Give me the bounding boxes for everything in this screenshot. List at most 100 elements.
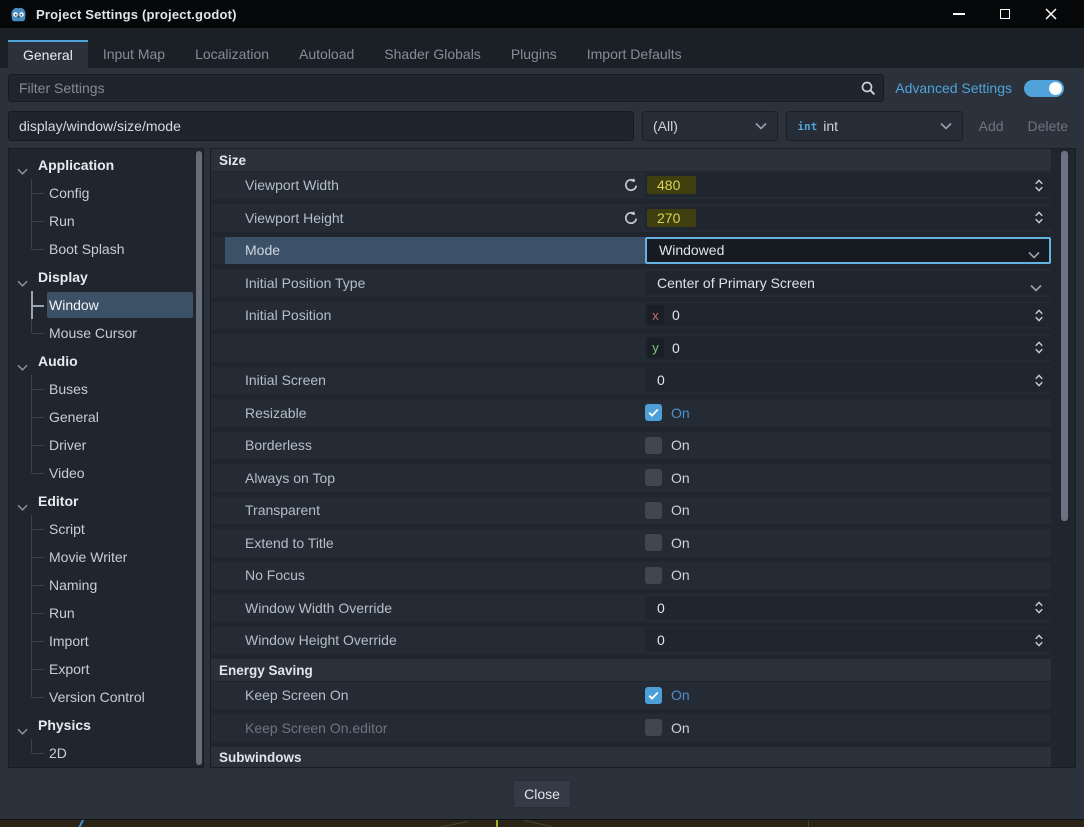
advanced-settings-toggle[interactable] <box>1024 80 1064 97</box>
spinbox[interactable]: 480 <box>645 173 1051 197</box>
revert-icon[interactable] <box>623 177 639 193</box>
spinner-updown-icon[interactable] <box>1034 178 1044 193</box>
sidebar-item-buses[interactable]: Buses <box>9 375 203 403</box>
setting-label: Initial Screen <box>211 372 645 388</box>
setting-value-cell: 0 <box>645 627 1051 655</box>
sidebar-category-application[interactable]: Application <box>9 151 203 179</box>
maximize-icon <box>1000 9 1010 19</box>
spinner-updown-icon[interactable] <box>1034 340 1044 355</box>
tab-autoload[interactable]: Autoload <box>284 40 369 68</box>
checkbox[interactable] <box>645 567 662 584</box>
sidebar-item-script[interactable]: Script <box>9 515 203 543</box>
revert-icon[interactable] <box>623 210 639 226</box>
checkbox[interactable] <box>645 502 662 519</box>
setting-row-axis-y: y0 <box>211 334 1051 362</box>
tab-plugins[interactable]: Plugins <box>496 40 572 68</box>
section-header-energy-saving: Energy Saving <box>211 659 1051 681</box>
setting-value-cell: On <box>645 562 1051 590</box>
sidebar-item-export[interactable]: Export <box>9 655 203 683</box>
checkbox[interactable] <box>645 404 662 421</box>
sidebar-item-driver[interactable]: Driver <box>9 431 203 459</box>
maximize-button[interactable] <box>982 1 1028 27</box>
settings-category-sidebar: ApplicationConfigRunBoot SplashDisplayWi… <box>8 148 204 768</box>
checkbox[interactable] <box>645 469 662 486</box>
sidebar-item-general[interactable]: General <box>9 403 203 431</box>
spinbox[interactable]: 0 <box>645 596 1051 620</box>
feature-filter-dropdown[interactable]: (All) <box>642 111 778 141</box>
window-titlebar: Project Settings (project.godot) <box>0 0 1084 28</box>
setting-label-cell: Mode <box>225 237 645 265</box>
spinner-updown-icon[interactable] <box>1034 600 1044 615</box>
category-label: Application <box>38 157 114 173</box>
setting-label-cell: Keep Screen On.editor <box>211 714 645 742</box>
setting-label: Window Height Override <box>211 632 645 648</box>
sidebar-item-naming[interactable]: Naming <box>9 571 203 599</box>
on-label: On <box>671 470 690 486</box>
sidebar-item-2d[interactable]: 2D <box>9 739 203 767</box>
spinbox[interactable]: 0 <box>645 628 1051 652</box>
tab-localization[interactable]: Localization <box>180 40 284 68</box>
spinner-updown-icon[interactable] <box>1034 373 1044 388</box>
spinbox[interactable]: 270 <box>645 206 1051 230</box>
spinner-updown-icon[interactable] <box>1034 210 1044 225</box>
setting-label: Window Width Override <box>211 600 645 616</box>
advanced-settings-label: Advanced Settings <box>895 80 1012 96</box>
settings-scrollbar[interactable] <box>1061 151 1068 521</box>
sidebar-item-mouse-cursor[interactable]: Mouse Cursor <box>9 319 203 347</box>
setting-label-cell: Initial Screen <box>211 367 645 395</box>
sidebar-item-label: 2D <box>49 745 67 761</box>
type-dropdown[interactable]: int int <box>786 111 962 141</box>
sidebar-item-import[interactable]: Import <box>9 627 203 655</box>
sidebar-item-movie-writer[interactable]: Movie Writer <box>9 543 203 571</box>
spinbox[interactable]: 0 <box>645 368 1051 392</box>
property-path-input[interactable] <box>8 111 634 141</box>
sidebar-item-version-control[interactable]: Version Control <box>9 683 203 711</box>
editor-viewport-strip <box>0 819 1084 827</box>
delete-button[interactable]: Delete <box>1020 118 1076 134</box>
sidebar-category-display[interactable]: Display <box>9 263 203 291</box>
setting-label: Extend to Title <box>211 535 645 551</box>
search-input[interactable] <box>8 74 884 102</box>
sidebar-item-label: Mouse Cursor <box>49 325 137 341</box>
checkbox[interactable] <box>645 687 662 704</box>
toggle-knob <box>1049 82 1062 95</box>
sidebar-item-run[interactable]: Run <box>9 599 203 627</box>
dropdown-windowed[interactable]: Windowed <box>645 237 1051 264</box>
sidebar-item-label: Config <box>49 185 89 201</box>
sidebar-item-video[interactable]: Video <box>9 459 203 487</box>
setting-value-cell: 0 <box>645 594 1051 622</box>
checkbox[interactable] <box>645 719 662 736</box>
checkbox[interactable] <box>645 437 662 454</box>
close-window-button[interactable] <box>1028 1 1074 27</box>
spinbox[interactable]: y0 <box>645 336 1051 360</box>
sidebar-category-editor[interactable]: Editor <box>9 487 203 515</box>
checkbox[interactable] <box>645 534 662 551</box>
value-text: 0 <box>657 600 665 616</box>
category-tree: ApplicationConfigRunBoot SplashDisplayWi… <box>9 149 203 767</box>
sidebar-item-run[interactable]: Run <box>9 207 203 235</box>
type-value: int <box>823 118 838 134</box>
add-button[interactable]: Add <box>971 118 1012 134</box>
setting-value-cell: Center of Primary Screen <box>645 269 1051 297</box>
close-dialog-button[interactable]: Close <box>513 780 571 808</box>
spinner-updown-icon[interactable] <box>1034 633 1044 648</box>
spinbox[interactable]: x0 <box>645 303 1051 327</box>
tab-general[interactable]: General <box>8 40 88 68</box>
tab-input-map[interactable]: Input Map <box>88 40 180 68</box>
filter-settings-search[interactable] <box>8 74 884 102</box>
dropdown-center-of-primary-screen[interactable]: Center of Primary Screen <box>645 271 1051 295</box>
minimize-button[interactable] <box>936 1 982 27</box>
sidebar-category-physics[interactable]: Physics <box>9 711 203 739</box>
sidebar-scrollbar[interactable] <box>196 151 202 765</box>
setting-label-cell <box>211 334 645 362</box>
chevron-down-icon <box>1028 246 1040 254</box>
spinner-updown-icon[interactable] <box>1034 308 1044 323</box>
tab-bar: GeneralInput MapLocalizationAutoloadShad… <box>0 28 1084 68</box>
sidebar-item-boot-splash[interactable]: Boot Splash <box>9 235 203 263</box>
sidebar-item-config[interactable]: Config <box>9 179 203 207</box>
tab-import-defaults[interactable]: Import Defaults <box>572 40 697 68</box>
sidebar-category-audio[interactable]: Audio <box>9 347 203 375</box>
tab-shader-globals[interactable]: Shader Globals <box>369 40 496 68</box>
sidebar-item-label: Driver <box>49 437 86 453</box>
sidebar-item-window[interactable]: Window <box>9 291 203 319</box>
